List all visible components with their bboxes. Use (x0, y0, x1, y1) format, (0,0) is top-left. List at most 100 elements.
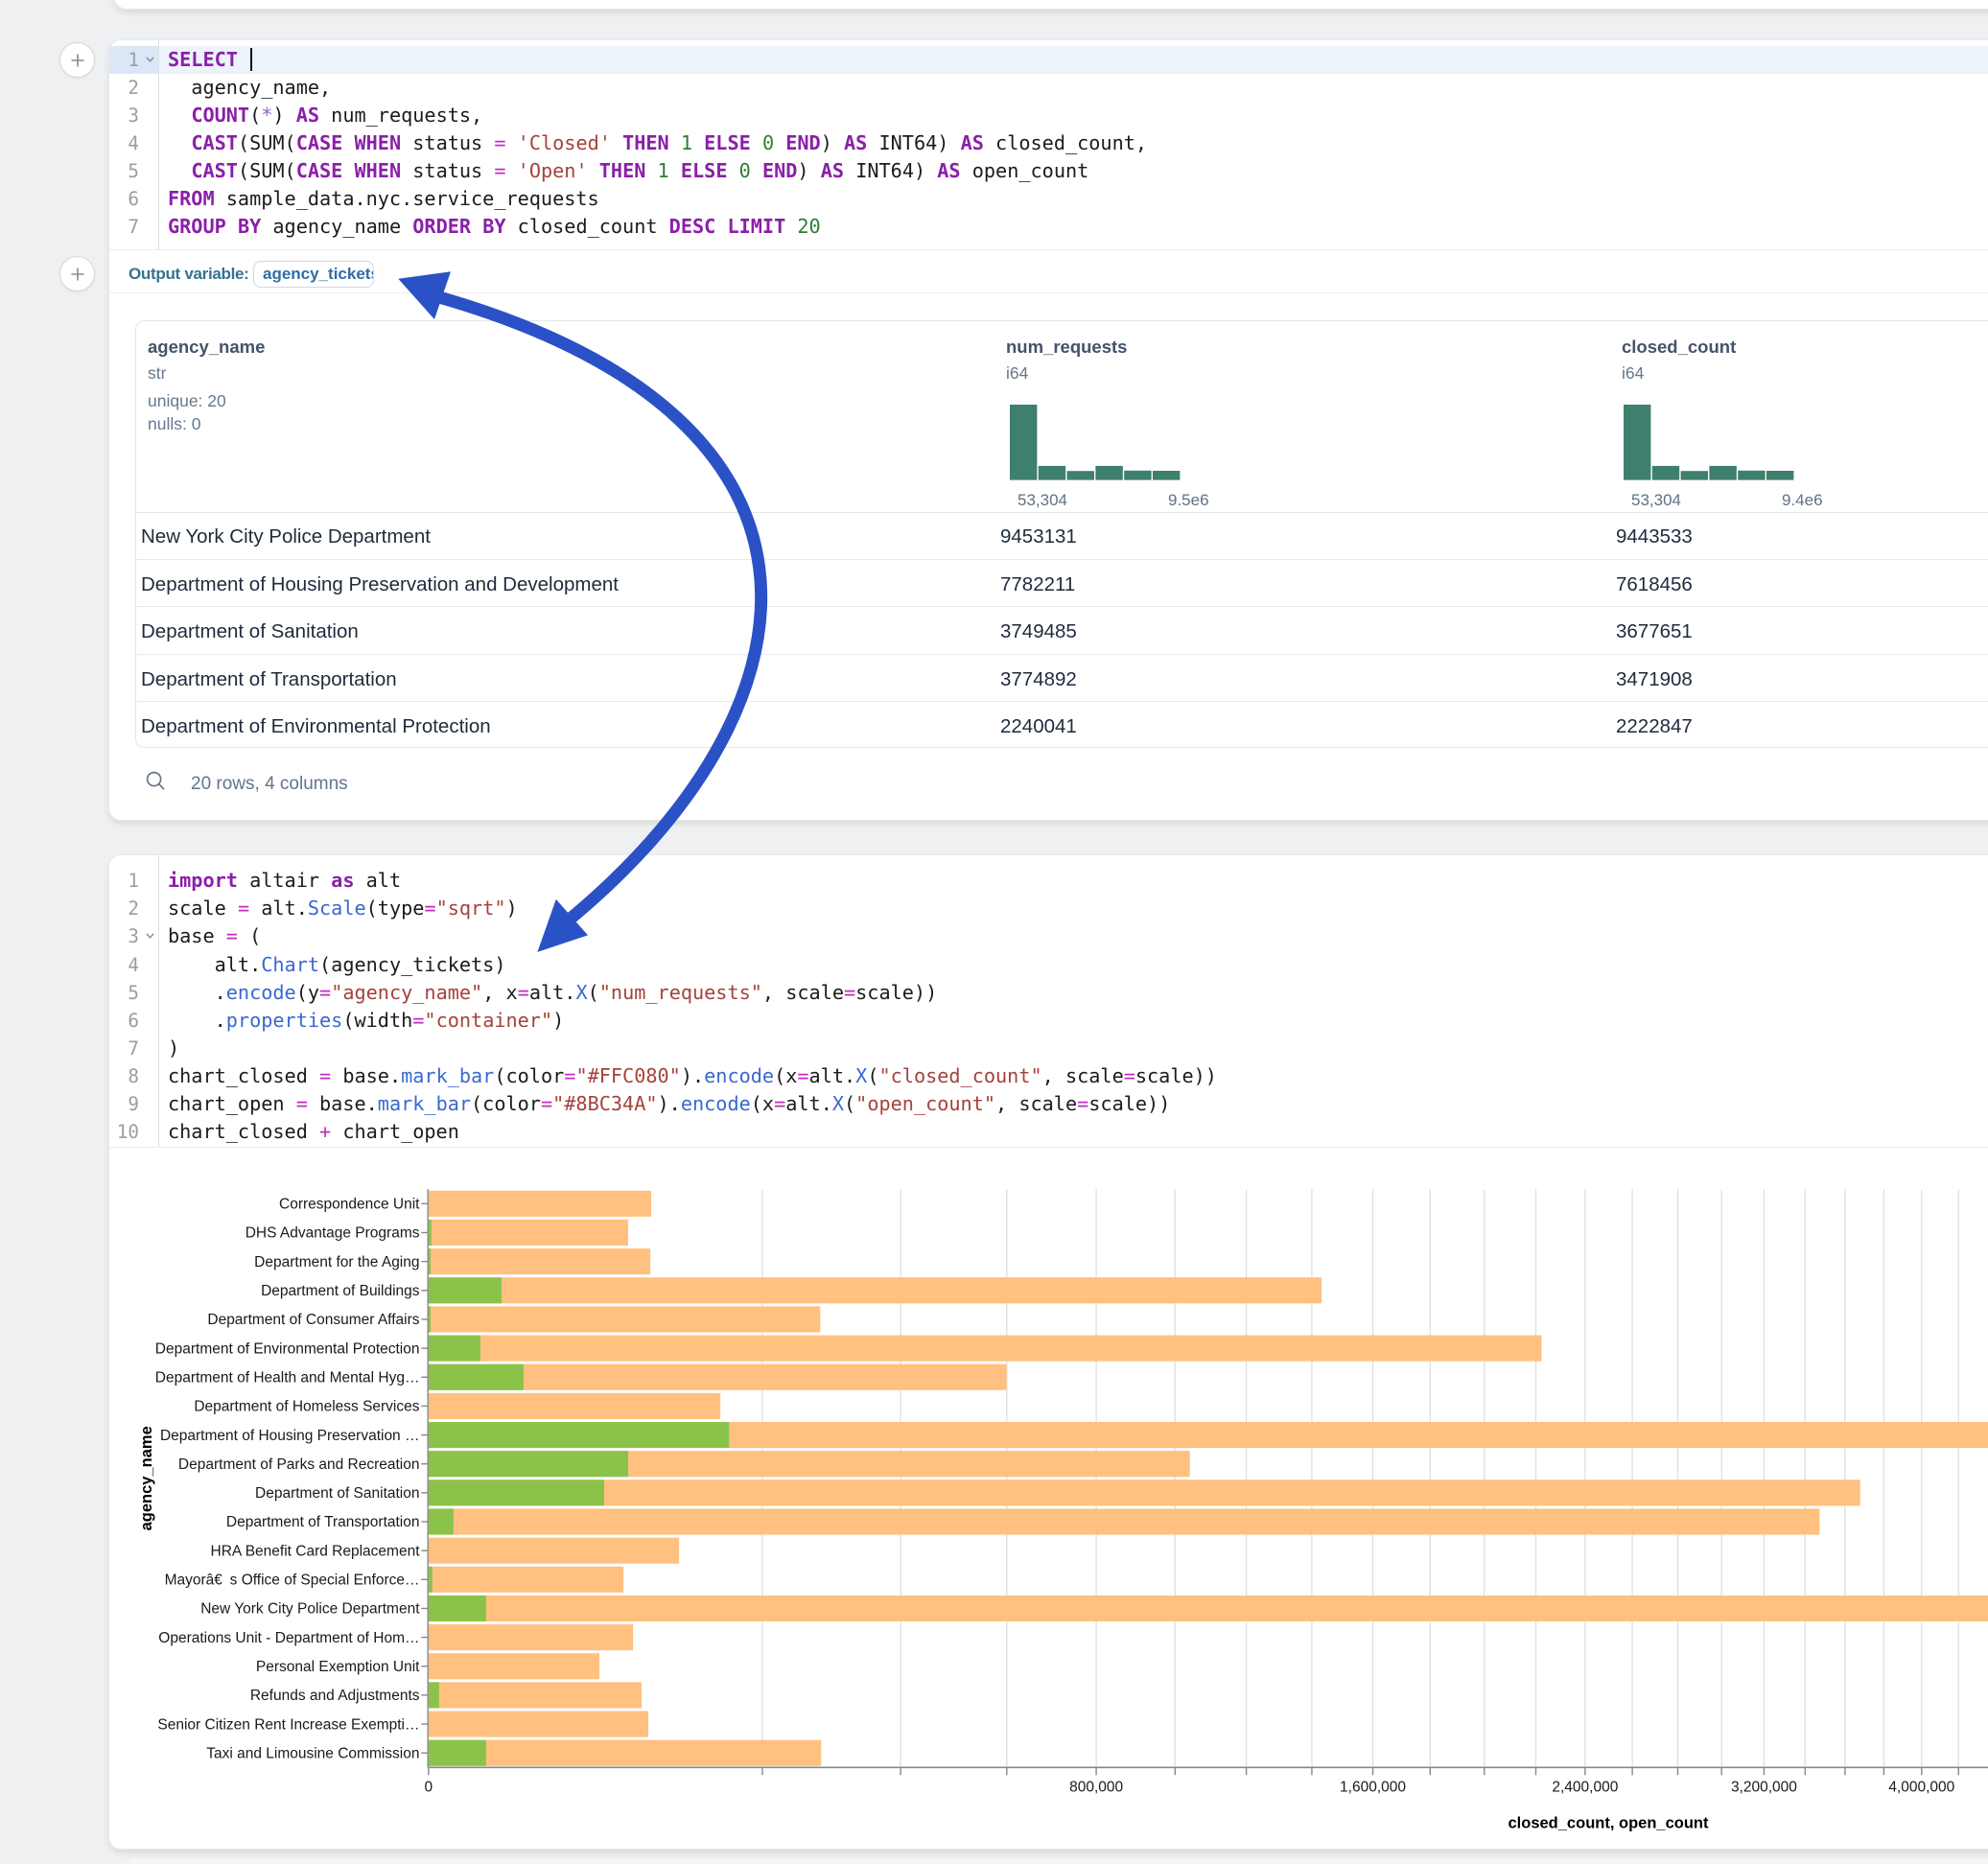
column-name[interactable]: closed_count (1622, 337, 1736, 358)
column-stat: nulls: 0 (148, 413, 226, 436)
code-line[interactable]: 8chart_closed = base.mark_bar(color="#FF… (109, 1062, 1988, 1090)
bar-closed-count[interactable] (429, 1480, 1860, 1505)
column-histogram[interactable] (1624, 403, 1796, 480)
bar-open-count[interactable] (429, 1364, 524, 1390)
code-line[interactable]: 7) (109, 1035, 1988, 1062)
bar-closed-count[interactable] (429, 1191, 651, 1217)
bar-closed-count[interactable] (429, 1248, 650, 1274)
table-row[interactable]: Department of Sanitation 3749485 3677651 (136, 606, 1988, 653)
code-line[interactable]: 10 chart_closed + chart_open (109, 1118, 1988, 1146)
code-line[interactable]: 7GROUP BY agency_name ORDER BY closed_co… (109, 213, 1988, 241)
search-icon[interactable] (146, 771, 165, 790)
line-number: 7 (109, 1035, 139, 1062)
table-cell: 3677651 (1616, 620, 1693, 643)
histogram-max-label: 9.5e6 (1168, 491, 1209, 510)
code-line[interactable]: 4 alt.Chart(agency_tickets) (109, 951, 1988, 979)
table-cell: Department of Environmental Protection (141, 715, 491, 738)
next-cell-edge (123, 1857, 1988, 1864)
bar-closed-count[interactable] (429, 1393, 720, 1419)
bar-open-count[interactable] (429, 1277, 502, 1303)
table-row[interactable]: Department of Transportation377489234719… (136, 654, 1988, 701)
bar-open-count[interactable] (429, 1740, 486, 1766)
bar-closed-count[interactable] (429, 1682, 642, 1708)
column-name[interactable]: agency_name (148, 337, 265, 358)
code-line[interactable]: 3 COUNT(*) AS num_requests, (109, 102, 1988, 129)
chart-text: Operations Unit - Department of Hom… (158, 1630, 419, 1646)
bar-open-count[interactable] (429, 1422, 729, 1448)
fold-chevron-icon[interactable] (145, 46, 155, 74)
code-line[interactable]: 4 CAST(SUM(CASE WHEN status = 'Closed' T… (109, 129, 1988, 157)
code-line[interactable]: 9chart_open = base.mark_bar(color="#8BC3… (109, 1090, 1988, 1118)
line-number: 2 (109, 895, 139, 922)
chart-text: Refunds and Adjustments (250, 1688, 420, 1704)
code-line[interactable]: 6 FROM sample_data.nyc.service_requests (109, 185, 1988, 213)
code-text: CAST(SUM(CASE WHEN status = 'Open' THEN … (168, 157, 1088, 185)
line-number: 2 (109, 74, 139, 102)
bar-closed-count[interactable] (429, 1653, 599, 1679)
code-line[interactable]: 2scale = alt.Scale(type="sqrt") (109, 895, 1988, 922)
bar-open-count[interactable] (429, 1596, 486, 1621)
bar-open-count[interactable] (429, 1508, 454, 1534)
chart-text: Department of Sanitation (255, 1485, 419, 1502)
sql-editor[interactable]: 1SELECT 2 agency_name,3 COUNT(*) AS num_… (109, 40, 1988, 249)
table-row[interactable]: New York City Police Department945313194… (136, 512, 1988, 559)
bar-open-count[interactable] (429, 1682, 439, 1708)
bar-closed-count[interactable] (429, 1220, 628, 1246)
table-cell: 3749485 (1000, 620, 1077, 643)
code-line[interactable]: 1SELECT (109, 46, 1988, 74)
line-number: 6 (109, 185, 139, 213)
code-line[interactable]: 2 agency_name, (109, 74, 1988, 102)
bar-closed-count[interactable] (429, 1277, 1321, 1303)
table-row[interactable]: Department of Housing Preservation and D… (136, 559, 1988, 606)
column-name[interactable]: num_requests (1006, 337, 1127, 358)
bar-closed-count[interactable] (429, 1336, 1542, 1362)
bar-closed-count[interactable] (429, 1740, 822, 1766)
chart-text: Department of Health and Mental Hyg… (155, 1369, 420, 1386)
bar-open-count[interactable] (429, 1336, 480, 1362)
histogram-min-label: 53,304 (1631, 491, 1681, 510)
code-text: chart_closed + chart_open (168, 1118, 459, 1146)
bar-closed-count[interactable] (429, 1567, 623, 1593)
python-editor[interactable]: 1import altair as alt2scale = alt.Scale(… (109, 855, 1988, 1148)
code-line[interactable]: 6 .properties(width="container") (109, 1007, 1988, 1035)
bar-open-count[interactable] (429, 1306, 431, 1332)
code-line[interactable]: 5 .encode(y="agency_name", x=alt.X("num_… (109, 979, 1988, 1007)
bar-open-count[interactable] (429, 1567, 433, 1593)
bar-closed-count[interactable] (429, 1306, 821, 1332)
add-cell-button[interactable] (59, 256, 95, 291)
output-variable-badge[interactable]: agency_tickets (253, 261, 374, 288)
table-cell: 2222847 (1616, 715, 1693, 738)
bar-closed-count[interactable] (429, 1624, 633, 1650)
code-text: FROM sample_data.nyc.service_requests (168, 185, 599, 213)
bar-closed-count[interactable] (429, 1596, 1988, 1621)
line-number: 1 (109, 46, 139, 74)
column-type: str (148, 363, 166, 384)
bar-open-count[interactable] (429, 1451, 628, 1477)
add-cell-button[interactable] (59, 42, 95, 78)
table-cell: 9453131 (1000, 525, 1077, 548)
chart-text: New York City Police Department (200, 1601, 420, 1618)
chart-text: 3,200,000 (1731, 1779, 1797, 1795)
table-footer: 20 rows, 4 columns (109, 761, 1988, 819)
fold-chevron-icon[interactable] (145, 922, 155, 950)
table-row[interactable]: Department of Environmental Protection 22… (136, 701, 1988, 748)
bar-open-count[interactable] (429, 1480, 604, 1505)
code-line[interactable]: 5 CAST(SUM(CASE WHEN status = 'Open' THE… (109, 157, 1988, 185)
chart-text: Department for the Aging (254, 1254, 419, 1270)
chart-text: Department of Environmental Protection (155, 1340, 420, 1357)
table-cell: Department of Sanitation (141, 620, 359, 643)
bar-closed-count[interactable] (429, 1508, 1820, 1534)
bar-open-count[interactable] (429, 1248, 431, 1274)
bar-closed-count[interactable] (429, 1538, 679, 1564)
code-text: .encode(y="agency_name", x=alt.X("num_re… (168, 979, 937, 1007)
table-cell: 9443533 (1616, 525, 1693, 548)
chart-text: 2,400,000 (1552, 1779, 1618, 1795)
bar-closed-count[interactable] (429, 1712, 648, 1737)
code-line[interactable]: 1import altair as alt (109, 867, 1988, 895)
column-histogram[interactable] (1010, 403, 1182, 480)
code-line[interactable]: 3base = ( (109, 922, 1988, 950)
line-number: 10 (109, 1118, 139, 1146)
line-number: 4 (109, 951, 139, 979)
chart-text: 4,000,000 (1888, 1779, 1954, 1795)
bar-open-count[interactable] (429, 1220, 432, 1246)
